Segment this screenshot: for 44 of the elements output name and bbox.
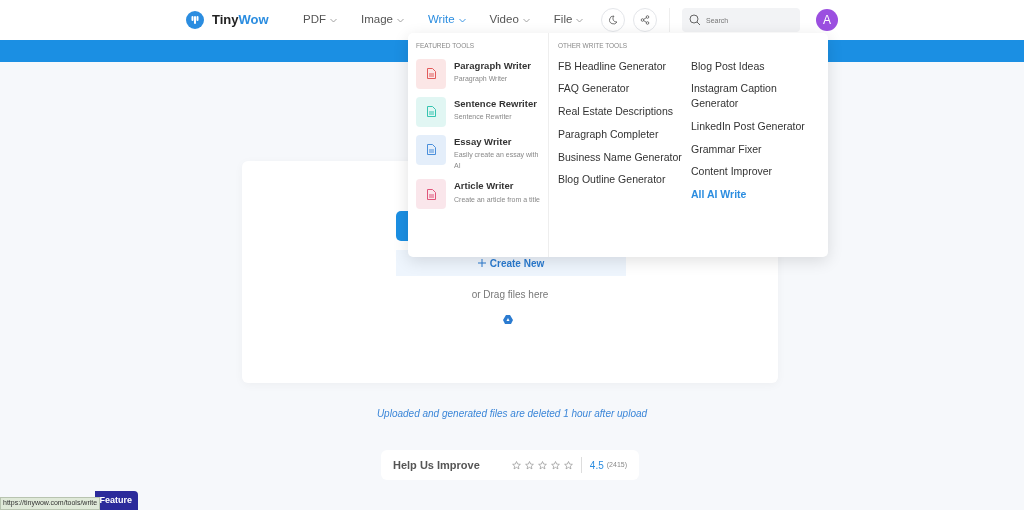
- tool-link[interactable]: Content Improver: [691, 164, 816, 179]
- star-icon[interactable]: [563, 460, 573, 470]
- drag-hint: or Drag files here: [471, 289, 549, 300]
- tool-link[interactable]: Paragraph Writer: [454, 58, 531, 73]
- nav-tab[interactable]: Video: [489, 11, 530, 29]
- tool-link[interactable]: LinkedIn Post Generator: [691, 118, 816, 134]
- tool-link[interactable]: FB Headline Generator: [558, 58, 683, 74]
- tool-link[interactable]: Article Writer: [454, 179, 540, 194]
- cloud-drive-icon[interactable]: [503, 315, 513, 324]
- dark-mode-button[interactable]: [601, 8, 625, 32]
- rating-value: 4.5: [589, 458, 604, 473]
- tool-link[interactable]: Grammar Fixer: [691, 141, 816, 157]
- chevron-down-icon: [330, 17, 337, 23]
- tool-link[interactable]: Blog Outline Generator: [558, 172, 683, 187]
- nav-tab[interactable]: Write: [427, 11, 466, 29]
- tool-link[interactable]: FAQ Generator: [558, 81, 683, 97]
- tool-link[interactable]: Blog Post Ideas: [691, 58, 816, 74]
- avatar[interactable]: A: [816, 9, 838, 31]
- feedback-title: Help Us Improve: [393, 457, 480, 473]
- star-icon[interactable]: [511, 460, 521, 470]
- chevron-down-icon: [458, 17, 466, 23]
- tool-link[interactable]: Business Name Generator: [558, 149, 683, 165]
- nav-tab[interactable]: File: [553, 11, 584, 29]
- share-icon: [640, 15, 650, 25]
- chevron-down-icon: [576, 17, 584, 23]
- share-button[interactable]: [633, 8, 657, 32]
- chevron-down-icon: [396, 17, 404, 23]
- tool-link[interactable]: Real Estate Descriptions: [558, 104, 683, 119]
- tool-link[interactable]: Essay Writer: [454, 134, 540, 149]
- nav-tab[interactable]: PDF: [303, 11, 337, 29]
- tool-link[interactable]: Instagram Caption Generator: [691, 81, 816, 111]
- tool-link[interactable]: Sentence Rewriter: [454, 96, 537, 111]
- retention-notice: Uploaded and generated files are deleted 1 hour after upload: [376, 408, 648, 419]
- star-icon[interactable]: [524, 460, 534, 470]
- star-icon[interactable]: [537, 460, 547, 470]
- moon-icon: [608, 15, 618, 25]
- nav-tab[interactable]: Image: [361, 11, 404, 29]
- star-icon[interactable]: [550, 460, 560, 470]
- logo-text[interactable]: TinyWow: [212, 10, 269, 30]
- chevron-down-icon: [522, 17, 530, 23]
- tool-link[interactable]: Paragraph Completer: [558, 126, 683, 142]
- all-tools-link[interactable]: All AI Write: [691, 186, 816, 202]
- logo-icon: [186, 11, 204, 29]
- plus-icon: [477, 259, 486, 267]
